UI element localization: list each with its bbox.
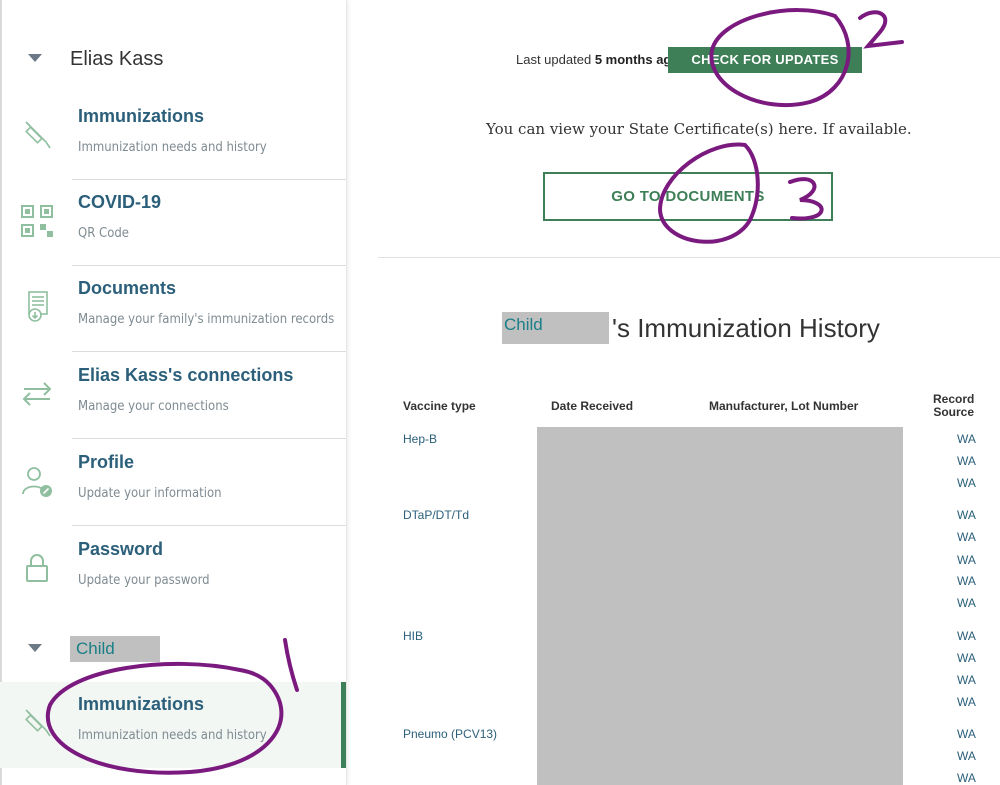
column-header-manufacturer: Manufacturer, Lot Number xyxy=(709,399,859,413)
person-edit-icon xyxy=(22,467,52,497)
nav-title: Immunizations xyxy=(78,106,205,126)
check-for-updates-button[interactable]: CHECK FOR UPDATES xyxy=(668,47,862,73)
divider xyxy=(72,525,346,526)
person-header-primary[interactable]: Elias Kass xyxy=(0,40,346,80)
sidebar-item-immunizations[interactable]: Immunizations Immunization needs and his… xyxy=(0,94,346,180)
divider xyxy=(72,438,346,439)
record-source: WA xyxy=(957,596,976,610)
record-source: WA xyxy=(957,530,976,544)
sidebar-item-child-immunizations[interactable]: Immunizations Immunization needs and his… xyxy=(0,682,346,768)
syringe-icon xyxy=(25,121,51,149)
column-header-source-line2: Source xyxy=(933,405,975,419)
nav-subtitle: QR Code xyxy=(78,226,129,241)
divider xyxy=(72,351,346,352)
sidebar-item-covid[interactable]: COVID-19 QR Code xyxy=(0,180,346,266)
record-source: WA xyxy=(957,771,976,785)
section-divider xyxy=(378,257,1000,258)
sidebar-item-password[interactable]: Password Update your password xyxy=(0,527,346,613)
record-source: WA xyxy=(957,651,976,665)
sidebar-item-profile[interactable]: Profile Update your information xyxy=(0,440,346,526)
record-source: WA xyxy=(957,727,976,741)
record-source: WA xyxy=(957,574,976,588)
record-source: WA xyxy=(957,673,976,687)
record-source: WA xyxy=(957,454,976,468)
person-name: Elias Kass xyxy=(70,48,164,70)
person-name-redacted: Child xyxy=(70,636,160,662)
qr-code-icon xyxy=(21,205,53,237)
column-header-source-line1: Record xyxy=(933,392,975,406)
record-source: WA xyxy=(957,629,976,643)
chevron-down-icon[interactable] xyxy=(28,644,42,652)
column-header-source: Record Source xyxy=(933,393,974,419)
nav-title: Profile xyxy=(78,452,135,472)
nav-title: Password xyxy=(78,539,164,559)
nav-title: Elias Kass's connections xyxy=(78,365,294,385)
vaccine-type: Hep-B xyxy=(403,432,438,446)
swap-arrows-icon xyxy=(22,382,52,406)
nav-subtitle: Update your information xyxy=(78,486,222,501)
active-indicator xyxy=(341,682,346,768)
syringe-icon xyxy=(25,709,51,737)
certificate-text: You can view your State Certificate(s) h… xyxy=(486,120,912,138)
go-to-documents-button[interactable]: GO TO DOCUMENTS xyxy=(543,172,833,221)
sidebar-item-connections[interactable]: Elias Kass's connections Manage your con… xyxy=(0,353,346,439)
nav-title: Immunizations xyxy=(78,694,205,714)
nav-subtitle: Update your password xyxy=(78,573,210,588)
nav-subtitle: Immunization needs and history xyxy=(78,140,267,155)
person-header-child[interactable]: Child xyxy=(0,636,346,676)
annotation-number-2 xyxy=(858,10,904,49)
vaccine-type: HIB xyxy=(403,629,424,643)
record-source: WA xyxy=(957,749,976,763)
lock-icon xyxy=(26,554,48,582)
vaccine-type: DTaP/DT/Td xyxy=(403,508,470,522)
child-name-redacted: Child xyxy=(502,312,609,344)
history-title-text: 's Immunization History xyxy=(612,313,880,343)
record-source: WA xyxy=(957,476,976,490)
nav-subtitle: Manage your family's immunization record… xyxy=(78,312,335,327)
last-updated-label: Last updated xyxy=(516,52,592,67)
document-download-icon xyxy=(28,291,48,322)
record-source: WA xyxy=(957,695,976,709)
nav-title: Documents xyxy=(78,278,177,298)
last-updated: Last updated 5 months ago. xyxy=(516,52,683,67)
sidebar: Elias Kass Immunizations Immunization ne… xyxy=(0,0,347,785)
nav-subtitle: Manage your connections xyxy=(78,399,229,414)
nav-subtitle: Immunization needs and history xyxy=(78,728,267,743)
record-source: WA xyxy=(957,508,976,522)
redacted-table-cells xyxy=(537,427,903,785)
vaccine-type: Pneumo (PCV13) xyxy=(403,727,498,741)
nav-title: COVID-19 xyxy=(78,192,162,212)
column-header-vaccine: Vaccine type xyxy=(403,399,476,413)
record-source: WA xyxy=(957,553,976,567)
record-source: WA xyxy=(957,432,976,446)
column-header-date: Date Received xyxy=(551,399,634,413)
sidebar-item-documents[interactable]: Documents Manage your family's immunizat… xyxy=(0,266,346,352)
chevron-down-icon[interactable] xyxy=(28,54,42,62)
